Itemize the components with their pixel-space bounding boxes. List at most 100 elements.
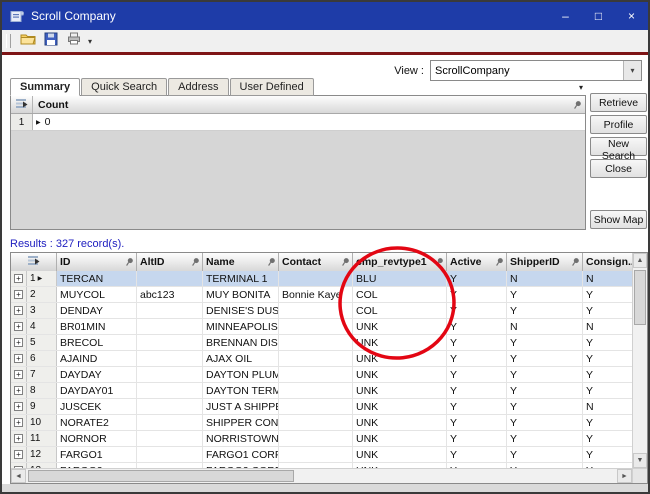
expand-icon[interactable]: + <box>14 306 23 315</box>
table-row[interactable]: +1▶TERCANTERMINAL 1BLUYNN <box>11 271 632 287</box>
cell[interactable]: BRECOL <box>57 335 137 350</box>
cell[interactable]: Y <box>447 367 507 382</box>
cell[interactable]: N <box>507 319 583 334</box>
column-header-shipperid[interactable]: ShipperID <box>507 253 583 271</box>
cell[interactable]: JUSCEK <box>57 399 137 414</box>
cell[interactable] <box>137 271 203 286</box>
cell[interactable]: Y <box>447 319 507 334</box>
table-row[interactable]: +4BR01MINMINNEAPOLIS...UNKYNN <box>11 319 632 335</box>
column-header-name[interactable]: Name <box>203 253 279 271</box>
tab-list-dropdown-icon[interactable]: ▾ <box>579 83 583 92</box>
profile-button[interactable]: Profile <box>590 115 647 134</box>
vertical-scrollbar[interactable]: ▲ ▼ <box>632 253 647 468</box>
cell[interactable] <box>137 447 203 462</box>
cell[interactable] <box>279 319 353 334</box>
tab-user-defined[interactable]: User Defined <box>230 78 314 96</box>
cell[interactable]: Y <box>583 415 632 430</box>
cell[interactable] <box>279 303 353 318</box>
table-row[interactable]: +9JUSCEKJUST A SHIPPERUNKYYN <box>11 399 632 415</box>
table-row[interactable]: +10NORATE2SHIPPER CONSI...UNKYYY <box>11 415 632 431</box>
toolbar-overflow-icon[interactable]: ▾ <box>88 37 92 46</box>
column-header-contact[interactable]: Contact <box>279 253 353 271</box>
cell[interactable]: DENDAY <box>57 303 137 318</box>
cell[interactable]: UNK <box>353 351 447 366</box>
cell[interactable]: BR01MIN <box>57 319 137 334</box>
expand-icon[interactable]: + <box>14 402 23 411</box>
minimize-button[interactable]: – <box>549 2 582 30</box>
table-row[interactable]: +2MUYCOLabc123MUY BONITABonnie KayeCOLYY… <box>11 287 632 303</box>
tab-quick-search[interactable]: Quick Search <box>81 78 167 96</box>
cell[interactable]: UNK <box>353 447 447 462</box>
pin-icon[interactable] <box>571 257 580 267</box>
cell[interactable]: abc123 <box>137 287 203 302</box>
cell[interactable]: UNK <box>353 367 447 382</box>
cell[interactable]: NORRISTOWN,... <box>203 431 279 446</box>
pin-icon[interactable] <box>125 257 134 267</box>
cell[interactable] <box>279 271 353 286</box>
combo-dropdown-icon[interactable]: ▾ <box>623 61 641 80</box>
pin-icon[interactable] <box>435 257 444 267</box>
cell[interactable]: Y <box>507 335 583 350</box>
cell[interactable]: Y <box>447 271 507 286</box>
cell[interactable] <box>279 367 353 382</box>
cell[interactable]: Y <box>507 351 583 366</box>
cell[interactable]: COL <box>353 287 447 302</box>
column-header-altid[interactable]: AltID <box>137 253 203 271</box>
pin-icon[interactable] <box>341 257 350 267</box>
table-row[interactable]: +6AJAINDAJAX OILUNKYYY <box>11 351 632 367</box>
cell[interactable]: Y <box>583 383 632 398</box>
cell[interactable]: UNK <box>353 415 447 430</box>
cell[interactable]: SHIPPER CONSI... <box>203 415 279 430</box>
cell[interactable] <box>137 335 203 350</box>
pin-icon[interactable] <box>267 257 276 267</box>
scroll-down-icon[interactable]: ▼ <box>633 453 647 468</box>
cell[interactable]: Y <box>583 367 632 382</box>
expand-icon[interactable]: + <box>14 354 23 363</box>
cell[interactable]: Y <box>507 287 583 302</box>
print-button[interactable] <box>62 31 85 52</box>
cell[interactable]: UNK <box>353 431 447 446</box>
cell[interactable] <box>137 303 203 318</box>
cell[interactable]: Y <box>583 335 632 350</box>
cell[interactable]: JUST A SHIPPER <box>203 399 279 414</box>
cell[interactable]: Y <box>447 303 507 318</box>
expand-icon[interactable]: + <box>14 434 23 443</box>
cell[interactable]: Y <box>507 367 583 382</box>
toolbar-grip[interactable] <box>6 34 11 48</box>
cell[interactable]: Y <box>507 303 583 318</box>
cell[interactable]: Y <box>507 447 583 462</box>
horizontal-scroll-thumb[interactable] <box>28 470 294 482</box>
cell[interactable]: DAYTON PLUM... <box>203 367 279 382</box>
cell[interactable]: TERMINAL 1 <box>203 271 279 286</box>
expand-icon[interactable]: + <box>14 290 23 299</box>
expand-icon[interactable]: + <box>14 274 23 283</box>
cell[interactable]: DAYDAY <box>57 367 137 382</box>
vertical-scroll-track[interactable] <box>633 268 647 453</box>
cell[interactable]: FARGO1 CORP <box>203 447 279 462</box>
cell[interactable]: Y <box>447 431 507 446</box>
horizontal-scroll-track[interactable] <box>26 469 617 483</box>
scroll-left-icon[interactable]: ◄ <box>11 469 26 483</box>
cell[interactable]: NORNOR <box>57 431 137 446</box>
cell[interactable]: Y <box>507 415 583 430</box>
cell[interactable]: DAYTON TERMI... <box>203 383 279 398</box>
cell[interactable] <box>137 415 203 430</box>
cell[interactable] <box>279 415 353 430</box>
cell[interactable]: Bonnie Kaye <box>279 287 353 302</box>
expand-icon[interactable]: + <box>14 338 23 347</box>
cell[interactable]: Y <box>507 399 583 414</box>
cell[interactable]: Y <box>507 431 583 446</box>
cell[interactable]: NORATE2 <box>57 415 137 430</box>
cell[interactable]: Y <box>583 447 632 462</box>
cell[interactable]: N <box>583 271 632 286</box>
cell[interactable]: DAYDAY01 <box>57 383 137 398</box>
scroll-up-icon[interactable]: ▲ <box>633 253 647 268</box>
tab-summary[interactable]: Summary <box>10 78 80 96</box>
table-row[interactable]: +7DAYDAYDAYTON PLUM...UNKYYY <box>11 367 632 383</box>
pin-icon[interactable] <box>191 257 200 267</box>
show-map-button[interactable]: Show Map <box>590 210 647 229</box>
cell[interactable]: AJAIND <box>57 351 137 366</box>
view-combobox[interactable]: ScrollCompany ▾ <box>430 60 642 81</box>
cell[interactable]: DENISE'S DUST... <box>203 303 279 318</box>
scroll-right-icon[interactable]: ► <box>617 469 632 483</box>
